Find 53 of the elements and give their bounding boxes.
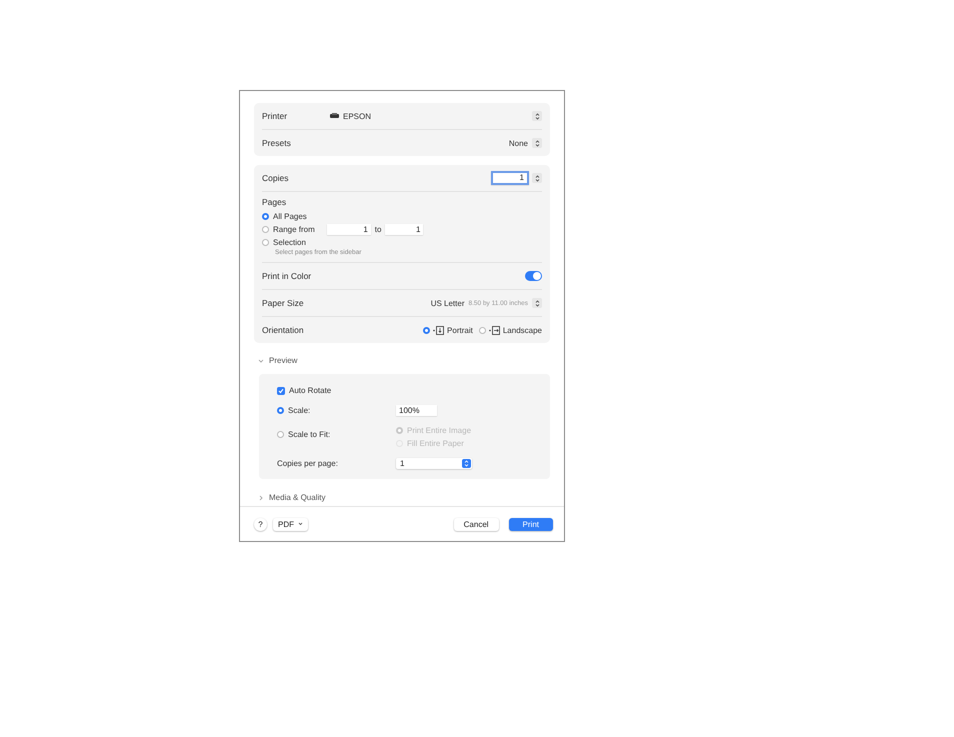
checkbox[interactable] [277, 386, 285, 394]
pdf-menu-button[interactable]: PDF [273, 518, 308, 530]
radio-button[interactable] [423, 326, 430, 334]
option-label: Auto Rotate [289, 386, 332, 395]
radio-button[interactable] [478, 326, 486, 334]
copies-stepper-icon[interactable] [532, 173, 542, 183]
scale-field[interactable]: 100% [396, 404, 437, 416]
paper-size-stepper-icon[interactable] [532, 298, 542, 308]
option-label: Fill Entire Paper [407, 439, 464, 448]
printer-name[interactable]: EPSON [343, 112, 528, 120]
range-to-field[interactable]: 1 [385, 224, 424, 235]
option-label: Landscape [502, 326, 542, 334]
cancel-button[interactable]: Cancel [454, 518, 499, 530]
option-label: Print Entire Image [407, 426, 472, 435]
radio-button[interactable] [262, 226, 269, 233]
chevron-icon[interactable] [258, 494, 264, 500]
copies-per-page-dropdown[interactable]: 1 [396, 458, 472, 469]
color-toggle[interactable] [525, 271, 542, 281]
caret-icon [298, 522, 303, 526]
section-title[interactable]: Preview [269, 356, 298, 365]
help-button[interactable]: ? [254, 518, 267, 530]
option-label: Scale to Fit: [288, 430, 330, 438]
option-label: Portrait [447, 326, 473, 334]
copies-field[interactable]: 1 [491, 171, 529, 185]
field-label: Pages [262, 197, 288, 207]
presets-stepper-icon[interactable] [532, 138, 542, 148]
radio-button[interactable] [277, 406, 284, 414]
option-label: Selection [273, 238, 306, 247]
field-label: Orientation [262, 325, 305, 335]
field-label: Paper Size [262, 298, 305, 308]
stepper-icon[interactable] [462, 459, 471, 468]
field-label: Presets [262, 138, 292, 148]
option-label: Copies per page: [277, 459, 339, 468]
presets-value[interactable]: None [508, 138, 528, 148]
printer-icon [330, 113, 339, 119]
radio-button[interactable] [277, 430, 284, 438]
field-label: Copies [262, 173, 290, 183]
option-label: to [374, 225, 382, 234]
printer-stepper-icon[interactable] [532, 111, 542, 121]
landscape-page-icon [488, 326, 500, 334]
chevron-icon[interactable] [258, 358, 264, 364]
radio-button[interactable] [262, 213, 269, 220]
section-title[interactable]: Media & Quality [269, 493, 326, 502]
field-label: Printer [262, 111, 288, 121]
option-label: Scale: [288, 406, 310, 414]
paper-size-value[interactable]: US Letter [430, 298, 464, 308]
range-from-field[interactable]: 1 [326, 224, 371, 235]
portrait-page-icon [433, 326, 444, 334]
option-label: All Pages [273, 212, 307, 221]
print-button[interactable]: Print [508, 518, 553, 530]
radio-button[interactable] [262, 239, 269, 246]
option-label: Range from [273, 225, 315, 234]
field-label: Print in Color [262, 271, 312, 281]
